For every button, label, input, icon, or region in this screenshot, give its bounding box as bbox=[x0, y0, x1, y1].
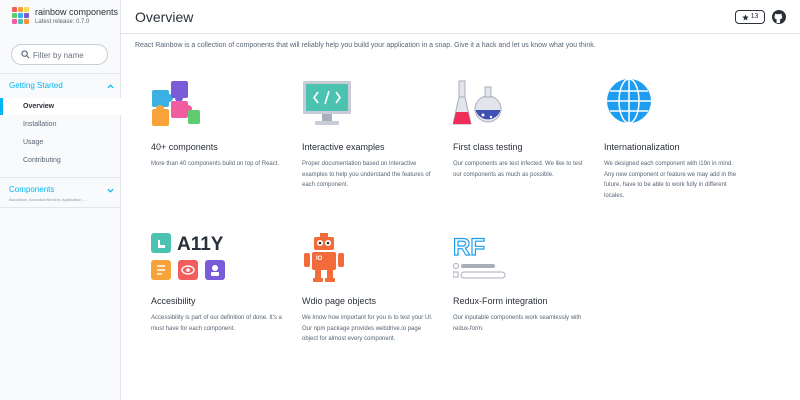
search-input[interactable] bbox=[33, 48, 105, 62]
feature-title: Accesibility bbox=[151, 296, 196, 306]
redux-form-label: RF bbox=[453, 234, 485, 261]
logo-tile bbox=[24, 7, 29, 12]
sidebar-item-installation[interactable]: Installation bbox=[0, 116, 121, 133]
feature-title: Internationalization bbox=[604, 142, 680, 152]
robot-icon: IO bbox=[304, 233, 344, 282]
feature-title: 40+ components bbox=[151, 142, 218, 152]
logo-tile bbox=[24, 13, 29, 18]
globe-icon bbox=[607, 79, 651, 124]
sidebar-divider bbox=[0, 73, 121, 74]
feature-text: More than 40 components build on top of … bbox=[151, 161, 280, 167]
star-button[interactable]: 13 bbox=[735, 10, 765, 24]
test-flask-icon bbox=[453, 80, 502, 125]
chevron-up-icon[interactable] bbox=[107, 83, 114, 90]
feature-text: We designed each component with i19n in … bbox=[604, 161, 737, 199]
feature-title: First class testing bbox=[453, 142, 523, 152]
components-subtitle: Accordion, AccordionSection, Application… bbox=[9, 197, 88, 202]
intro-text: React Rainbow is a collection of compone… bbox=[135, 42, 596, 49]
feature-title: Wdio page objects bbox=[302, 296, 377, 306]
search-box[interactable] bbox=[11, 44, 108, 65]
puzzle-icon bbox=[152, 81, 200, 126]
release-label: Latest release: 0.7.0 bbox=[35, 19, 90, 25]
feature-title: Interactive examples bbox=[302, 142, 385, 152]
logo-tile bbox=[18, 13, 23, 18]
rainbow-logo-icon bbox=[12, 7, 30, 25]
a11y-icon: A11Y bbox=[151, 233, 225, 280]
sidebar-item-usage[interactable]: Usage bbox=[0, 134, 121, 151]
logo-tile bbox=[12, 7, 17, 12]
section-components[interactable]: Components bbox=[9, 185, 54, 194]
sidebar-divider bbox=[0, 207, 121, 208]
code-monitor-icon bbox=[303, 81, 351, 125]
logo-tile bbox=[24, 19, 29, 24]
sidebar-item-contributing[interactable]: Contributing bbox=[0, 152, 121, 169]
sidebar: rainbow components Latest release: 0.7.0… bbox=[0, 0, 121, 400]
github-icon[interactable] bbox=[772, 10, 786, 24]
feature-text: Our inputable components work seamlessly… bbox=[453, 315, 582, 332]
feature-title: Redux-Form integration bbox=[453, 296, 548, 306]
redux-form-icon: RF bbox=[453, 233, 506, 279]
app-name: rainbow components bbox=[35, 7, 119, 17]
feature-text: Proper documentation based on interactiv… bbox=[302, 161, 431, 188]
page-title: Overview bbox=[135, 9, 194, 25]
logo-tile bbox=[12, 19, 17, 24]
section-getting-started[interactable]: Getting Started bbox=[9, 81, 63, 90]
chevron-down-icon[interactable] bbox=[107, 187, 114, 194]
star-icon bbox=[741, 13, 749, 21]
robot-label: IO bbox=[316, 256, 323, 262]
search-icon bbox=[21, 50, 30, 59]
star-count: 13 bbox=[750, 13, 759, 20]
feature-text: We know how important for you is to test… bbox=[302, 315, 433, 342]
sidebar-item-overview[interactable]: Overview bbox=[0, 98, 121, 115]
feature-text: Our components are test infected. We lik… bbox=[453, 161, 583, 178]
header-divider bbox=[121, 33, 800, 34]
a11y-label: A11Y bbox=[177, 234, 224, 255]
brand[interactable]: rainbow components Latest release: 0.7.0 bbox=[12, 6, 122, 32]
logo-tile bbox=[18, 19, 23, 24]
sidebar-divider bbox=[0, 177, 121, 178]
logo-tile bbox=[18, 7, 23, 12]
feature-text: Accessibility is part of our definition … bbox=[151, 315, 282, 332]
logo-tile bbox=[12, 13, 17, 18]
